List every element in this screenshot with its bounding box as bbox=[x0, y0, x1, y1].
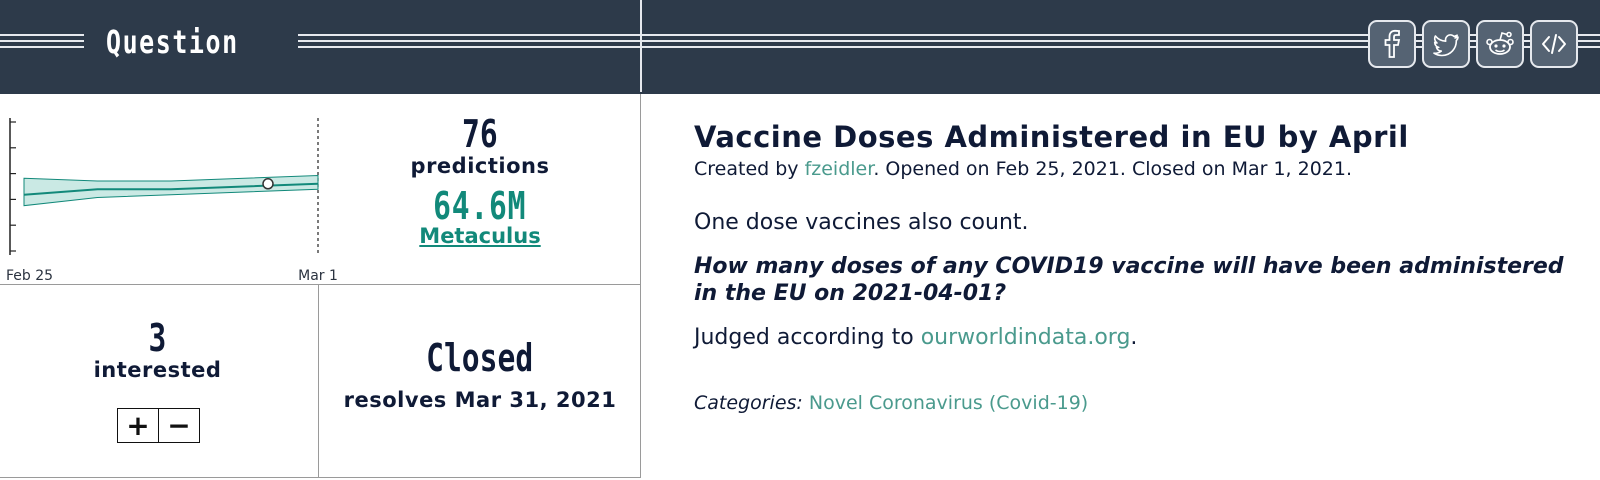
facebook-share-button[interactable] bbox=[1368, 20, 1416, 68]
interested-label: interested bbox=[93, 358, 222, 382]
judged-prefix: Judged according to bbox=[694, 325, 921, 350]
status-label: Closed bbox=[426, 336, 534, 380]
author-link[interactable]: fzeidler bbox=[805, 158, 874, 180]
reddit-share-button[interactable] bbox=[1476, 20, 1524, 68]
consensus-value: 64.6M bbox=[433, 184, 527, 228]
category-link[interactable]: Novel Coronavirus (Covid-19) bbox=[809, 392, 1088, 414]
twitter-share-button[interactable] bbox=[1422, 20, 1470, 68]
panel-divider-main bbox=[640, 94, 641, 478]
code-icon bbox=[1542, 34, 1566, 54]
question-description: One dose vaccines also count. bbox=[694, 210, 1029, 235]
interested-count: 3 bbox=[148, 316, 167, 360]
vote-minus-button[interactable]: − bbox=[158, 409, 199, 442]
reddit-icon bbox=[1486, 31, 1514, 55]
twitter-icon bbox=[1433, 34, 1459, 57]
x-tick-label-end: Mar 1 bbox=[298, 268, 338, 284]
ourworldindata-link[interactable]: ourworldindata.org bbox=[921, 325, 1131, 350]
facebook-icon bbox=[1384, 29, 1401, 58]
resolution-source: Judged according to ourworldindata.org. bbox=[694, 325, 1574, 350]
categories: Categories: Novel Coronavirus (Covid-19) bbox=[694, 392, 1574, 414]
predictions-count: 76 bbox=[462, 112, 498, 156]
question-details: Vaccine Doses Administered in EU by Apri… bbox=[694, 120, 1574, 414]
judged-suffix: . bbox=[1130, 325, 1138, 350]
header-title-wrap: Question bbox=[84, 14, 299, 74]
share-buttons bbox=[1368, 20, 1578, 68]
question-title: Vaccine Doses Administered in EU by Apri… bbox=[694, 120, 1409, 154]
categories-label: Categories: bbox=[694, 392, 803, 414]
created-prefix: Created by bbox=[694, 158, 805, 180]
interest-vote-control: + − bbox=[117, 408, 200, 443]
embed-share-button[interactable] bbox=[1530, 20, 1578, 68]
status-stat: Closed resolves Mar 31, 2021 bbox=[330, 336, 630, 412]
vote-plus-button[interactable]: + bbox=[118, 409, 158, 442]
resolves-date: resolves Mar 31, 2021 bbox=[343, 388, 617, 412]
header-bar: Question bbox=[0, 0, 1600, 92]
created-suffix: . Opened on Feb 25, 2021. Closed on Mar … bbox=[873, 158, 1353, 180]
x-tick-label-start: Feb 25 bbox=[6, 268, 53, 284]
prediction-chart: Feb 25 Mar 1 bbox=[6, 118, 338, 284]
interested-stat: 3 interested bbox=[20, 316, 295, 382]
header-underline bbox=[0, 92, 1600, 94]
current-value-point bbox=[262, 178, 274, 190]
predictions-stat: 76 predictions 64.6M Metaculus bbox=[350, 112, 610, 248]
page-title: Question bbox=[106, 23, 239, 61]
question-meta: Created by fzeidler. Opened on Feb 25, 2… bbox=[694, 158, 1574, 180]
panel-divider-bottom bbox=[318, 284, 319, 478]
predictions-label: predictions bbox=[410, 154, 550, 178]
question-text: How many doses of any COVID19 vaccine wi… bbox=[694, 254, 1564, 306]
panel-bottom-border bbox=[0, 477, 641, 478]
header-divider bbox=[640, 0, 642, 92]
